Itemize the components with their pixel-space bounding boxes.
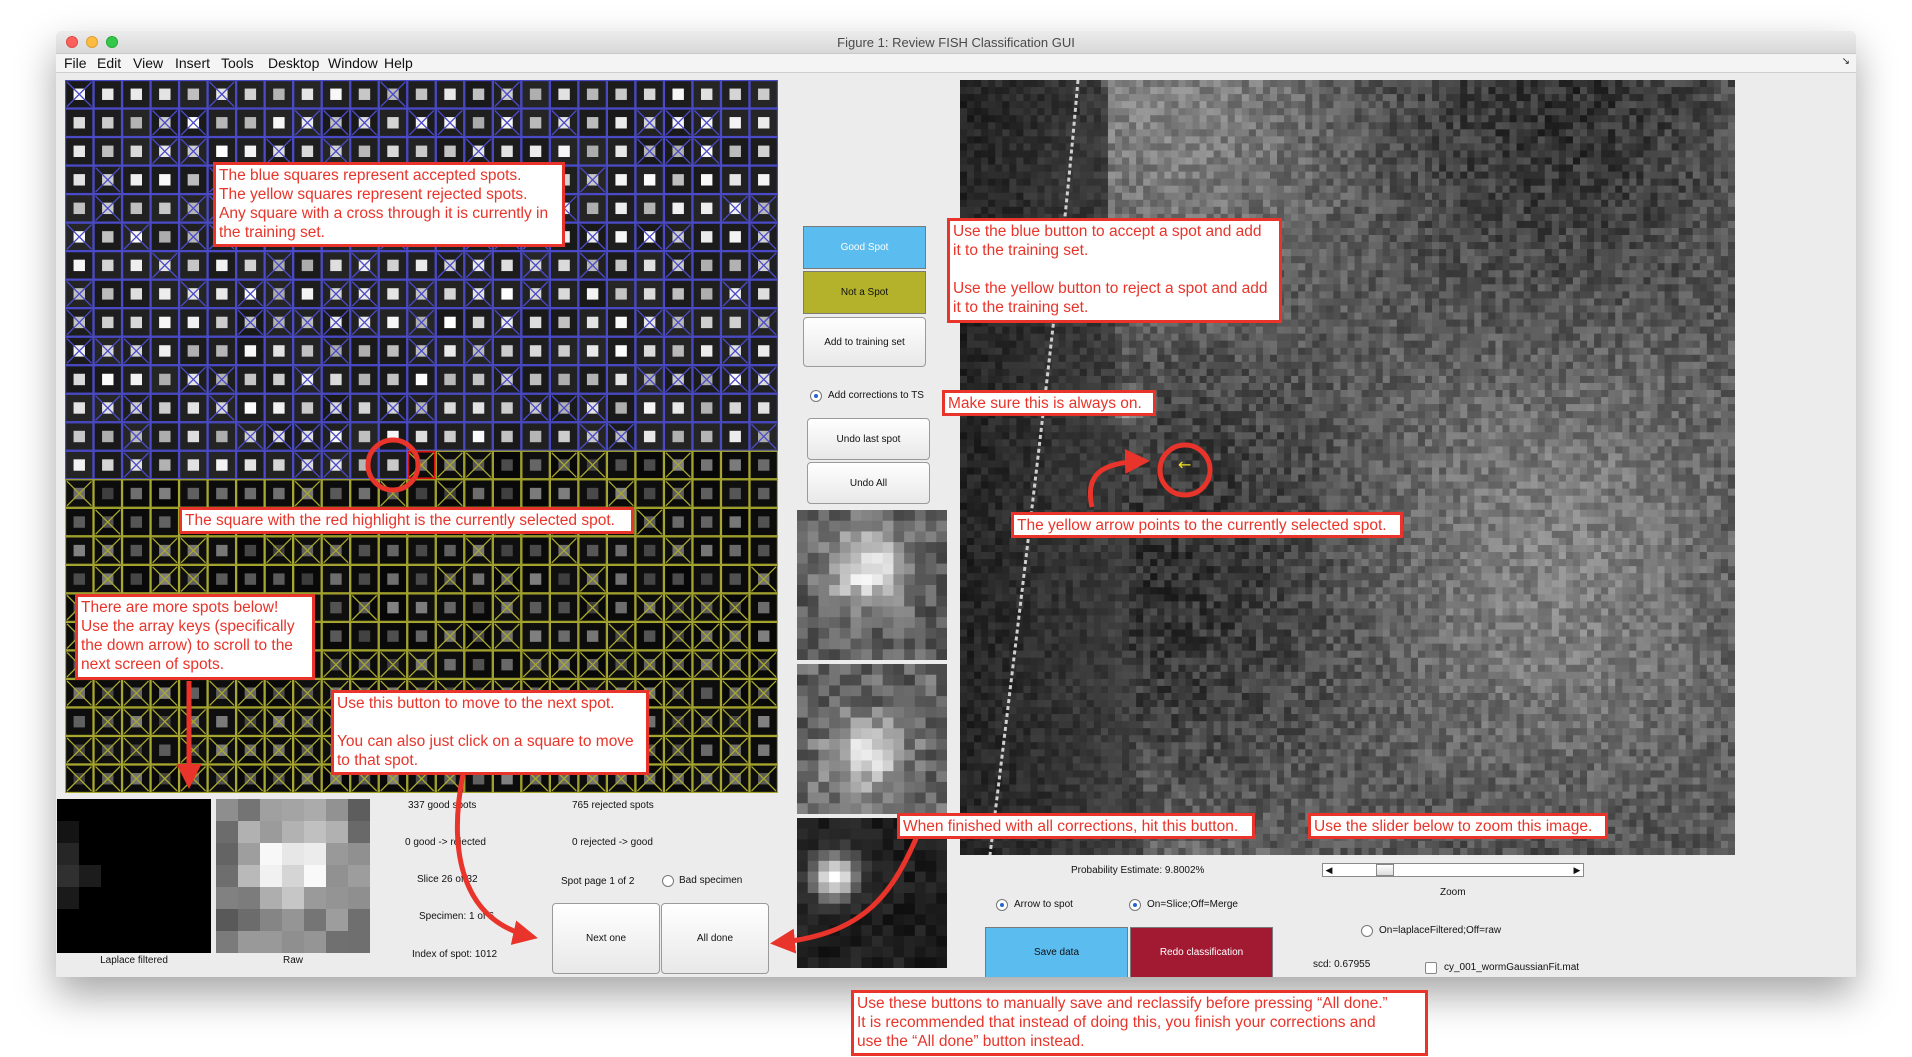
slider-thumb[interactable] [1376,864,1394,876]
menu-bar: File Edit View Insert Tools Desktop Wind… [56,54,1856,73]
slice-merge-radio[interactable] [1129,899,1141,911]
good-spots-count: 337 good spots [408,800,477,811]
main-image[interactable]: ← [960,80,1735,855]
good-spot-button[interactable]: Good Spot [803,226,926,269]
raw-thumbnail [216,799,370,953]
arrow-to-spot-radio[interactable] [996,899,1008,911]
good-to-rejected-count: 0 good -> rejected [405,837,486,848]
menu-desktop[interactable]: Desktop [268,55,319,71]
menu-view[interactable]: View [133,55,163,71]
specimen-indicator: Specimen: 1 of 6 [419,911,495,922]
mat-file-label: cy_001_wormGaussianFit.mat [1444,962,1580,973]
save-data-button[interactable]: Save data [985,927,1128,977]
laplace-filtered-label: Laplace filtered [100,955,168,966]
spot-index: Index of spot: 1012 [412,949,498,960]
rejected-to-good-count: 0 rejected -> good [572,837,653,848]
slice-indicator: Slice 26 of 32 [417,874,478,885]
not-a-spot-button[interactable]: Not a Spot [803,271,926,314]
laplace-raw-label: On=laplaceFiltered;Off=raw [1379,925,1502,936]
undo-last-spot-button[interactable]: Undo last spot [807,418,930,460]
undo-all-button[interactable]: Undo All [807,462,930,504]
zoom-crop-2 [797,664,947,814]
next-one-button[interactable]: Next one [552,903,660,974]
annotation-finished: When finished with all corrections, hit … [897,813,1255,839]
selected-spot-arrow-icon: ← [1178,455,1191,474]
menu-insert[interactable]: Insert [175,55,210,71]
bad-specimen-label: Bad specimen [679,875,743,886]
menu-window[interactable]: Window [328,55,378,71]
all-done-button[interactable]: All done [661,903,769,974]
raw-label: Raw [282,955,303,966]
spot-page-indicator: Spot page 1 of 2 [561,876,635,887]
zoom-slider[interactable]: ◀ ▶ [1322,863,1584,877]
annotation-next-button: Use this button to move to the next spot… [331,690,649,775]
annotation-red-square: The square with the red highlight is the… [179,507,634,534]
bad-specimen-checkbox[interactable] [662,875,674,887]
slider-right-arrow-icon[interactable]: ▶ [1571,864,1583,876]
slider-left-arrow-icon[interactable]: ◀ [1323,864,1335,876]
annotation-blue-yellow: Use the blue button to accept a spot and… [947,218,1282,323]
add-corrections-label: Add corrections to TS [828,390,924,401]
add-to-training-set-button[interactable]: Add to training set [803,317,926,367]
menu-file[interactable]: File [64,55,87,71]
menu-edit[interactable]: Edit [97,55,121,71]
laplace-filtered-thumbnail [57,799,211,953]
annotation-always-on: Make sure this is always on. [942,390,1156,416]
zoom-crop-3 [797,818,947,968]
zoom-label: Zoom [1440,887,1466,898]
scd-value: scd: 0.67955 [1313,959,1371,970]
menu-tools[interactable]: Tools [221,55,254,71]
annotation-squares: The blue squares represent accepted spot… [213,162,565,247]
annotation-save-redo: Use these buttons to manually save and r… [851,990,1428,1056]
annotation-slider: Use the slider below to zoom this image. [1308,813,1608,839]
mat-file-checkbox[interactable] [1425,962,1437,974]
rejected-spots-count: 765 rejected spots [572,800,654,811]
zoom-crop-1 [797,510,947,660]
title-bar: Figure 1: Review FISH Classification GUI [56,31,1856,54]
probability-estimate: Probability Estimate: 9.8002% [1071,865,1205,876]
menu-help[interactable]: Help [384,55,413,71]
annotation-yellow-arrow: The yellow arrow points to the currently… [1011,512,1403,538]
dock-arrow-icon[interactable]: ↘ [1842,56,1850,67]
laplace-raw-radio[interactable] [1361,925,1373,937]
window-title: Figure 1: Review FISH Classification GUI [837,35,1075,50]
slice-merge-label: On=Slice;Off=Merge [1147,899,1238,910]
add-corrections-radio[interactable] [810,390,822,402]
annotation-more-spots: There are more spots below! Use the arra… [75,594,315,680]
redo-classification-button[interactable]: Redo classification [1130,927,1273,977]
arrow-to-spot-label: Arrow to spot [1014,899,1073,910]
